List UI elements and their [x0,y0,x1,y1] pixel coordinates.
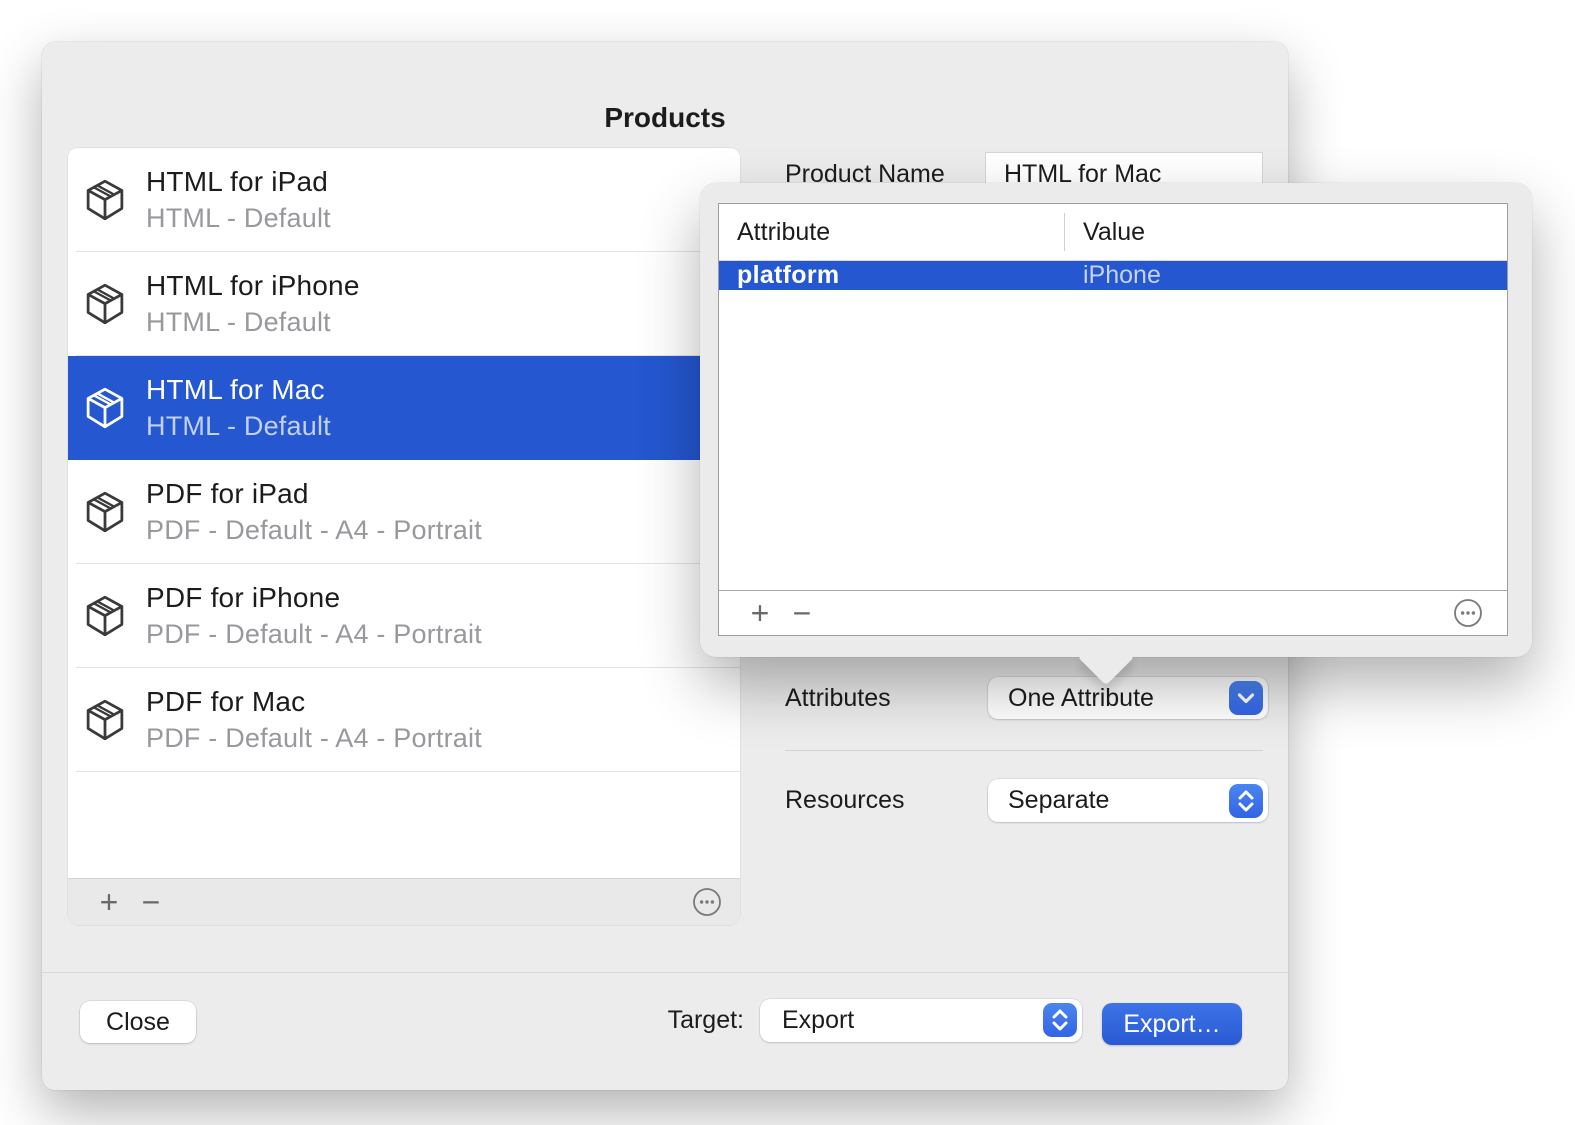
product-subtitle: PDF - Default - A4 - Portrait [146,725,482,752]
products-list-toolbar: + − [68,878,740,925]
product-title: HTML for Mac [146,376,331,404]
products-list: HTML for iPad HTML - Default HTML for iP… [68,148,740,925]
product-subtitle: PDF - Default - A4 - Portrait [146,517,482,544]
shippingbox-icon [82,489,128,535]
value-column-header: Value [1064,218,1145,247]
attributes-table-empty-area [719,290,1507,590]
resources-dropdown[interactable]: Separate [988,779,1268,822]
more-options-icon[interactable] [1453,598,1483,628]
up-down-chevrons-icon [1229,784,1263,818]
product-list-item[interactable]: PDF for Mac PDF - Default - A4 - Portrai… [68,668,740,772]
shippingbox-icon [82,177,128,223]
attribute-cell: platform [719,261,1064,290]
column-divider [1064,213,1065,251]
target-label: Target: [602,999,744,1042]
product-title: HTML for iPad [146,168,331,196]
export-products-screen: Products HTML for iPad HTML - Default HT… [0,0,1575,1125]
shippingbox-icon [82,697,128,743]
attributes-table: Attribute Value platform iPhone + − [718,203,1508,636]
attributes-table-header: Attribute Value [719,204,1507,261]
product-list-item[interactable]: HTML for Mac HTML - Default [68,356,740,460]
close-button[interactable]: Close [80,1001,196,1043]
attributes-table-rows: platform iPhone [719,261,1507,290]
shippingbox-icon [82,385,128,431]
attributes-dropdown-value: One Attribute [1008,684,1154,712]
dialog-title: Products [42,102,1288,134]
detail-separator [785,750,1263,751]
product-subtitle: PDF - Default - A4 - Portrait [146,621,482,648]
product-list-item[interactable]: PDF for iPhone PDF - Default - A4 - Port… [68,564,740,668]
attribute-table-row[interactable]: platform iPhone [719,261,1507,290]
product-list-item[interactable]: HTML for iPhone HTML - Default [68,252,740,356]
more-options-icon[interactable] [692,887,722,917]
bottom-bar-separator [42,972,1288,973]
product-list-item[interactable]: HTML for iPad HTML - Default [68,148,740,252]
chevron-down-icon [1229,681,1263,715]
product-subtitle: HTML - Default [146,205,331,232]
add-product-button[interactable]: + [88,882,130,922]
product-title: HTML for iPhone [146,272,360,300]
product-subtitle: HTML - Default [146,413,331,440]
product-title: PDF for Mac [146,688,482,716]
remove-product-button[interactable]: − [130,882,172,922]
attributes-dropdown[interactable]: One Attribute [988,677,1268,719]
up-down-chevrons-icon [1043,1003,1077,1037]
product-list-item[interactable]: PDF for iPad PDF - Default - A4 - Portra… [68,460,740,564]
shippingbox-icon [82,281,128,327]
remove-attribute-button[interactable]: − [781,593,823,633]
product-title: PDF for iPhone [146,584,482,612]
product-title: PDF for iPad [146,480,482,508]
attribute-column-header: Attribute [719,218,1064,247]
target-dropdown[interactable]: Export [760,999,1082,1042]
resources-dropdown-value: Separate [1008,786,1109,814]
attributes-popover: Attribute Value platform iPhone + − [700,183,1532,657]
products-list-body: HTML for iPad HTML - Default HTML for iP… [68,148,740,878]
shippingbox-icon [82,593,128,639]
resources-label: Resources [785,779,905,822]
add-attribute-button[interactable]: + [739,593,781,633]
attributes-label: Attributes [785,677,891,719]
export-button[interactable]: Export… [1102,1003,1242,1045]
target-dropdown-value: Export [782,1006,854,1034]
product-subtitle: HTML - Default [146,309,360,336]
attributes-table-toolbar: + − [719,590,1507,635]
value-cell: iPhone [1064,261,1161,290]
